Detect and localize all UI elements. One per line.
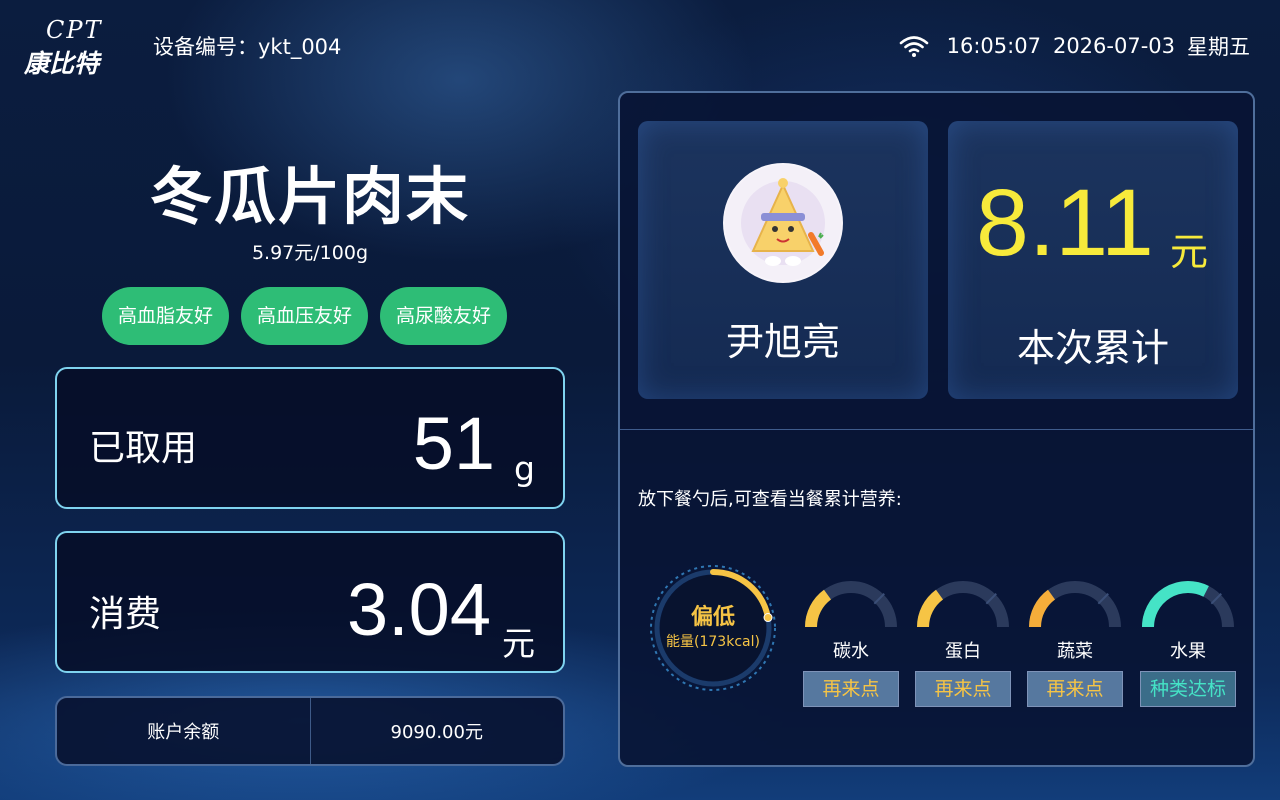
protein-label: 蛋白 <box>945 641 981 662</box>
vegetables-status-badge: 再来点 <box>1027 671 1123 707</box>
cost-unit: 元 <box>502 624 535 663</box>
total-value: 8.11 <box>976 170 1154 276</box>
weight-unit: g <box>514 449 535 488</box>
product-price: 5.97元/100g <box>251 242 369 264</box>
logo-cn: 康比特 <box>24 49 100 78</box>
wifi-icon <box>899 36 928 57</box>
status-bar: 16:05:07 2026-07-03 星期五 <box>899 31 1250 61</box>
nutrient-fruit: 水果 种类达标 <box>1140 579 1236 707</box>
carbs-gauge <box>805 581 897 628</box>
total-card: 8.11 元 本次累计 <box>948 121 1238 399</box>
energy-status: 偏低 <box>690 605 735 630</box>
tag-pressure: 高血压友好 <box>241 287 369 345</box>
clock-weekday: 星期五 <box>1187 35 1250 59</box>
tag-uric: 高尿酸友好 <box>380 287 508 345</box>
nutrient-carbs: 碳水 再来点 <box>803 579 899 707</box>
product-name: 冬瓜片肉末 <box>149 160 470 233</box>
cost-value: 3.04 <box>346 568 491 651</box>
energy-label: 能量(173kcal) <box>666 634 760 650</box>
total-label: 本次累计 <box>1016 326 1169 370</box>
mascot-avatar-icon <box>725 165 841 281</box>
nutrient-protein: 蛋白 再来点 <box>915 579 1011 707</box>
health-tags: 高血脂友好 高血压友好 高尿酸友好 <box>102 287 508 345</box>
user-card: 尹旭亮 <box>638 121 928 399</box>
protein-gauge <box>917 581 1009 628</box>
clock-time: 16:05:07 <box>946 34 1041 58</box>
protein-status-badge: 再来点 <box>915 671 1011 707</box>
carbs-status-badge: 再来点 <box>803 671 899 707</box>
fruit-gauge <box>1142 581 1234 628</box>
nutrient-vegetables: 蔬菜 再来点 <box>1027 579 1123 707</box>
vegetables-label: 蔬菜 <box>1057 641 1093 662</box>
brand-logo: CPT 康比特 <box>22 14 132 78</box>
energy-gauge: 偏低 能量(173kcal) <box>648 563 778 693</box>
weight-box: 已取用 51 g <box>55 367 565 509</box>
weight-label: 已取用 <box>89 428 198 469</box>
user-name: 尹旭亮 <box>725 320 840 364</box>
balance-label: 账户余额 <box>147 722 220 743</box>
device-id: 设备编号：ykt_004 <box>153 35 342 59</box>
carbs-label: 碳水 <box>833 641 869 662</box>
logo-en: CPT <box>46 16 103 44</box>
meal-panel: 尹旭亮 8.11 元 本次累计 放下餐勺后,可查看当餐累计营养: 偏低 能量(1… <box>618 91 1255 767</box>
clock-date: 2026-07-03 <box>1052 34 1175 58</box>
vegetables-gauge <box>1029 581 1121 628</box>
tag-lipid: 高血脂友好 <box>102 287 230 345</box>
balance-bar: 账户余额 9090.00元 <box>55 696 565 766</box>
weight-value: 51 <box>412 402 495 485</box>
avatar <box>723 163 843 283</box>
nutrition-hint: 放下餐勺后,可查看当餐累计营养: <box>638 489 902 510</box>
panel-divider <box>620 429 1253 430</box>
balance-value: 9090.00元 <box>390 722 483 743</box>
fruit-status-badge: 种类达标 <box>1140 671 1236 707</box>
cost-box: 消费 3.04 元 <box>55 531 565 673</box>
fruit-label: 水果 <box>1170 641 1206 662</box>
cost-label: 消费 <box>89 594 162 635</box>
total-unit: 元 <box>1170 230 1209 274</box>
